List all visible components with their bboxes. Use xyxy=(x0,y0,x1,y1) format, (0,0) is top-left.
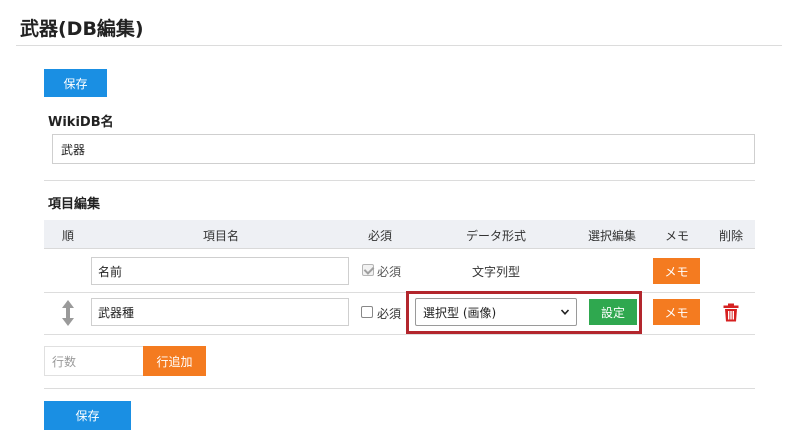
trash-icon[interactable] xyxy=(723,303,739,322)
save-button-top[interactable]: 保存 xyxy=(44,69,107,97)
items-section-label: 項目編集 xyxy=(48,197,101,212)
header-order: 順 xyxy=(62,229,75,243)
header-data-type: データ形式 xyxy=(466,229,527,243)
header-memo: メモ xyxy=(665,229,690,243)
item-name-input[interactable]: 名前 xyxy=(91,257,349,285)
highlight-box xyxy=(406,291,642,334)
required-checkbox xyxy=(362,264,374,276)
required-checkbox-label: 必須 xyxy=(377,307,402,321)
required-checkbox[interactable] xyxy=(361,306,373,318)
wikidb-name-label: WikiDB名 xyxy=(48,115,114,130)
header-required: 必須 xyxy=(368,229,393,243)
section-divider xyxy=(44,180,755,181)
memo-button[interactable]: メモ xyxy=(653,299,700,325)
data-type-text: 文字列型 xyxy=(472,265,521,279)
add-row-button[interactable]: 行追加 xyxy=(143,346,206,376)
required-checkbox-label: 必須 xyxy=(377,265,402,279)
wikidb-name-input[interactable]: 武器 xyxy=(52,134,755,164)
title-divider xyxy=(16,45,782,46)
memo-button[interactable]: メモ xyxy=(653,258,700,284)
row-divider xyxy=(44,292,755,293)
bottom-divider xyxy=(44,388,755,389)
items-table-header: 順 項目名 必須 データ形式 選択編集 メモ 削除 xyxy=(44,220,755,249)
page-title: 武器(DB編集) xyxy=(20,18,144,40)
header-item-name: 項目名 xyxy=(203,229,240,243)
header-delete: 削除 xyxy=(719,229,744,243)
updown-arrow-icon[interactable] xyxy=(60,299,76,327)
save-button-bottom[interactable]: 保存 xyxy=(44,401,131,430)
row-count-input[interactable]: 行数 xyxy=(44,346,144,376)
item-name-input[interactable]: 武器種 xyxy=(91,298,349,326)
row-divider xyxy=(44,334,755,335)
header-choice-edit: 選択編集 xyxy=(588,229,637,243)
